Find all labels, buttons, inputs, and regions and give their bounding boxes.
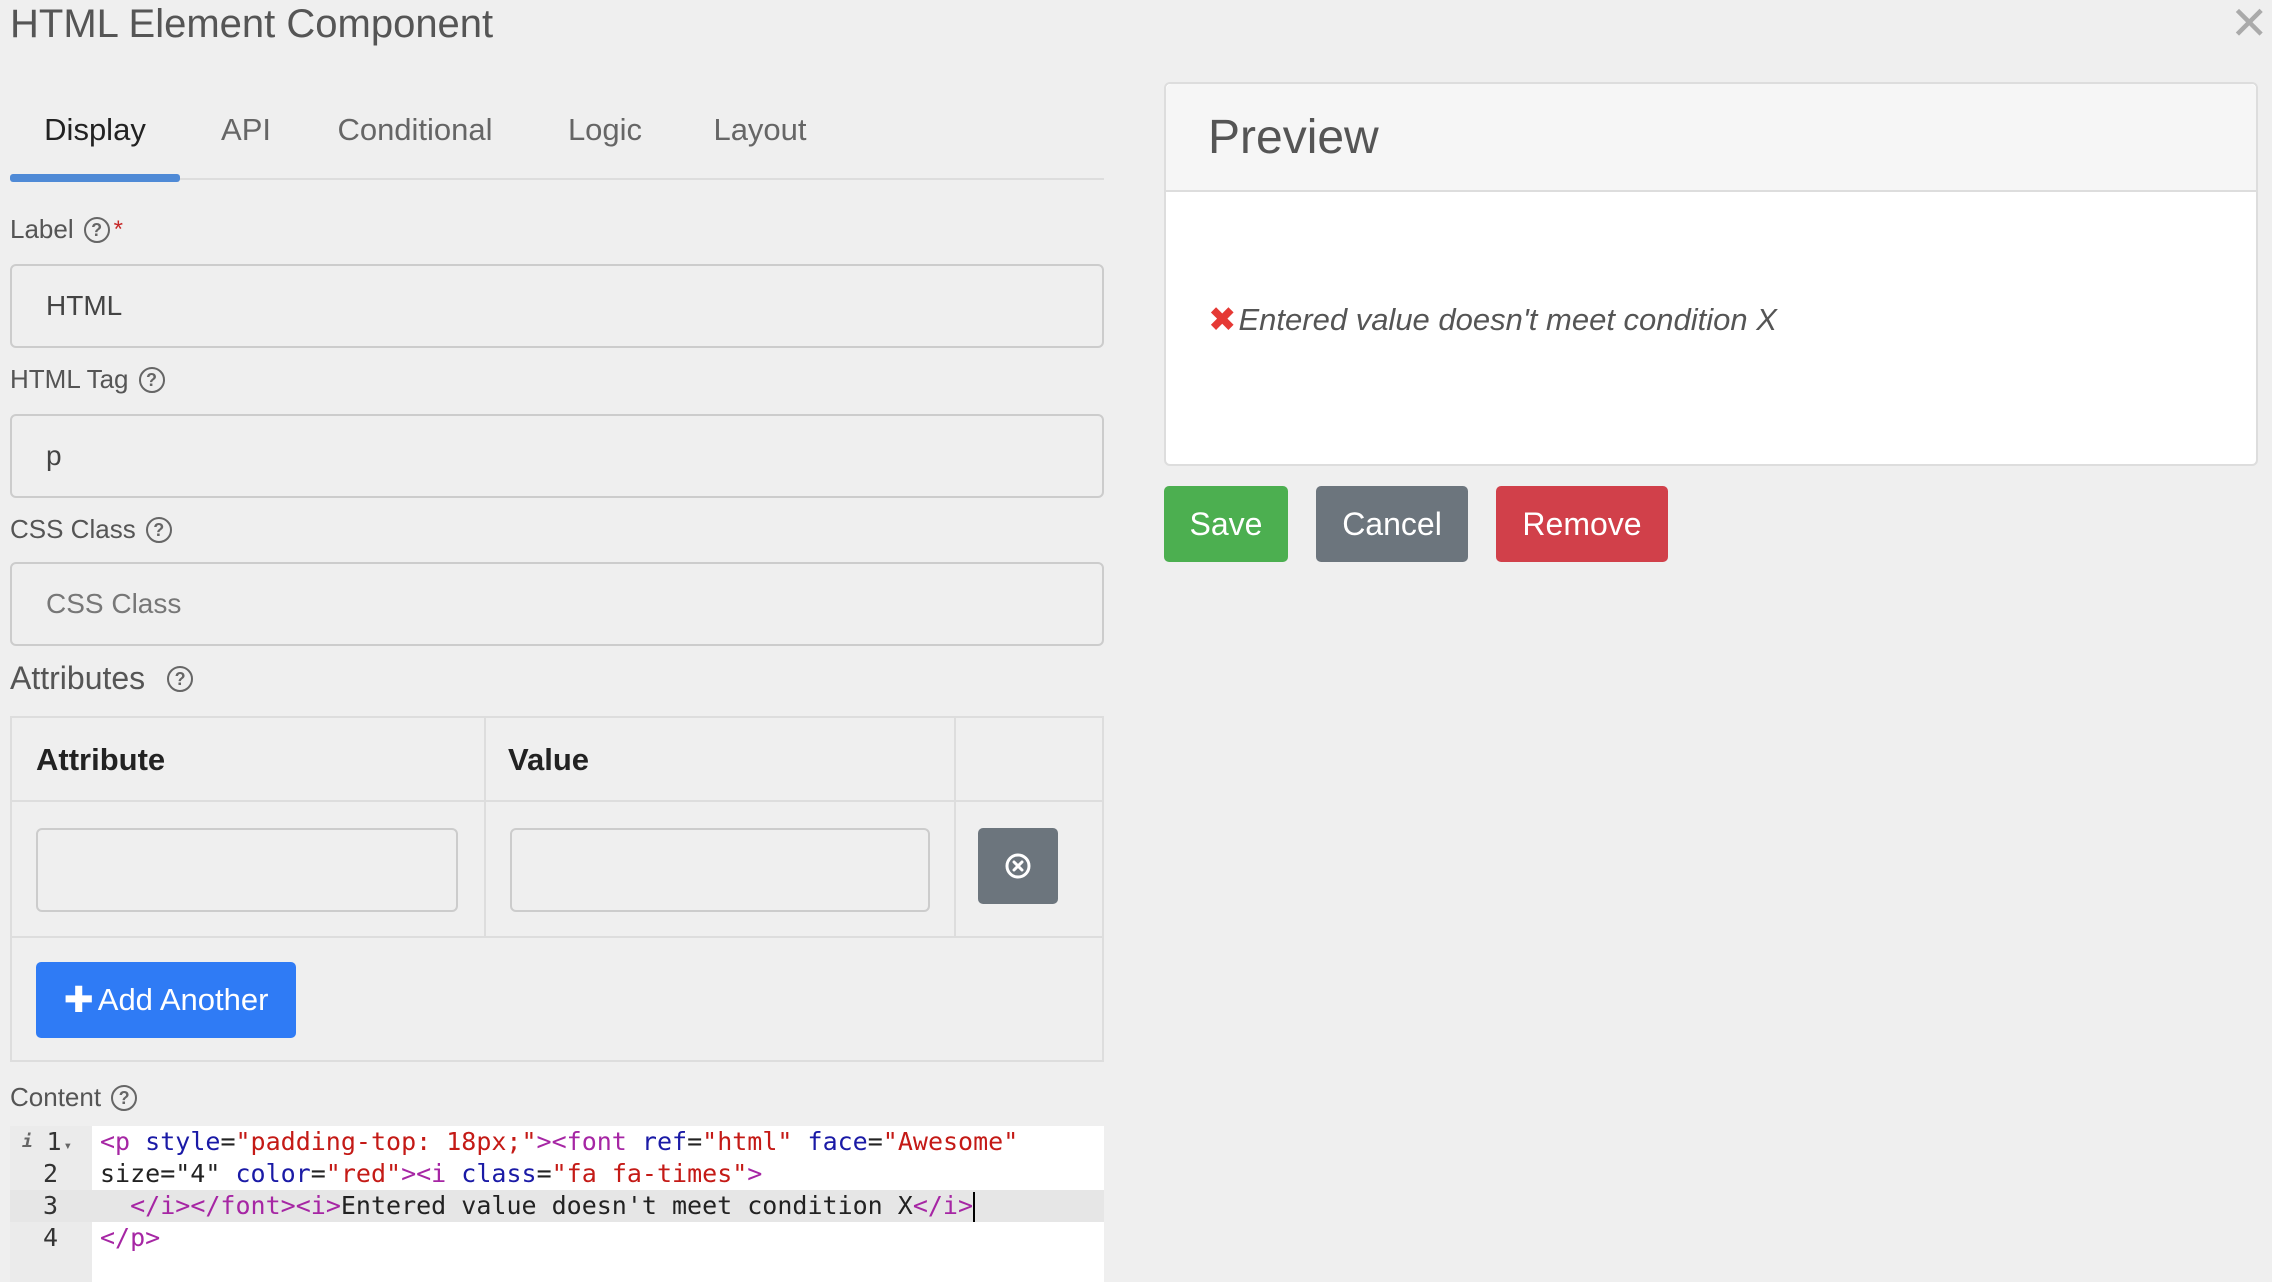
- help-icon[interactable]: ?: [145, 516, 172, 543]
- content-field-text: Content: [10, 1082, 102, 1112]
- label-input[interactable]: HTML: [10, 264, 1104, 348]
- css-class-input[interactable]: CSS Class: [10, 562, 1104, 646]
- label-field-text: Label: [10, 214, 74, 244]
- divider: [12, 936, 1102, 938]
- code-line: 4 </p>: [10, 1222, 1104, 1254]
- preview-title: Preview: [1166, 84, 2256, 192]
- remove-row-button[interactable]: [978, 828, 1058, 904]
- add-another-label: Add Another: [97, 982, 269, 1017]
- add-another-button[interactable]: ✚ Add Another: [36, 962, 296, 1038]
- css-class-field-text: CSS Class: [10, 514, 136, 544]
- cancel-button[interactable]: Cancel: [1316, 486, 1468, 562]
- preview-content: ✖ Entered value doesn't meet condition X: [1208, 300, 1777, 340]
- html-tag-field-text: HTML Tag: [10, 364, 129, 394]
- times-icon: ✖: [1208, 301, 1237, 339]
- line-number: 4: [42, 1223, 58, 1252]
- help-icon[interactable]: ?: [167, 665, 194, 692]
- html-tag-field-label: HTML Tag ?: [10, 364, 165, 395]
- remove-button[interactable]: Remove: [1496, 486, 1668, 562]
- column-header-attribute: Attribute: [12, 718, 484, 802]
- help-icon[interactable]: ?: [138, 366, 165, 393]
- column-header-actions: [954, 718, 1104, 802]
- tab-api[interactable]: API: [188, 100, 304, 180]
- tab-logic[interactable]: Logic: [540, 100, 670, 180]
- code-line: 2 size="4" color="red"><i class="fa fa-t…: [10, 1158, 1104, 1190]
- attribute-input[interactable]: [36, 828, 458, 912]
- line-number: 1: [46, 1127, 62, 1156]
- plus-icon: ✚: [63, 979, 94, 1020]
- code-text: </p>: [100, 1223, 161, 1252]
- tab-layout[interactable]: Layout: [690, 100, 830, 180]
- divider: [484, 718, 486, 936]
- code-line-current: 3 </i></font><i>Entered value doesn't me…: [10, 1190, 1104, 1222]
- label-field-label: Label ? *: [10, 214, 123, 245]
- code-text: size="4" color="red"><i class="fa fa-tim…: [100, 1159, 763, 1188]
- remove-circle-icon: [1005, 853, 1031, 879]
- content-field-label: Content ?: [10, 1082, 138, 1113]
- code-text: </i></font><i>Entered value doesn't meet…: [130, 1191, 976, 1222]
- code-line: i 1 ▾ <p style="padding-top: 18px;"><font…: [10, 1126, 1104, 1158]
- attributes-table: Attribute Value ✚ Add Another: [10, 716, 1104, 1062]
- attributes-label-text: Attributes: [10, 660, 146, 696]
- help-icon[interactable]: ?: [83, 216, 110, 243]
- tab-conditional[interactable]: Conditional: [310, 100, 520, 180]
- line-number: 2: [42, 1159, 58, 1188]
- preview-text: Entered value doesn't meet condition X: [1238, 302, 1777, 337]
- dialog-title: HTML Element Component: [10, 2, 494, 46]
- code-editor[interactable]: i 1 ▾ <p style="padding-top: 18px;"><font…: [10, 1126, 1104, 1282]
- code-text: <p style="padding-top: 18px;"><font ref=…: [100, 1127, 1019, 1156]
- required-mark: *: [113, 215, 123, 243]
- preview-panel: Preview ✖ Entered value doesn't meet con…: [1164, 82, 2258, 466]
- line-number: 3: [42, 1191, 58, 1220]
- html-tag-input[interactable]: p: [10, 414, 1104, 498]
- close-icon[interactable]: ✕: [2230, 0, 2269, 46]
- tab-display[interactable]: Display: [10, 100, 180, 182]
- tab-bar: Display API Conditional Logic Layout: [10, 100, 1104, 182]
- fold-icon[interactable]: ▾: [64, 1138, 72, 1154]
- help-icon[interactable]: ?: [111, 1084, 138, 1111]
- value-input[interactable]: [510, 828, 930, 912]
- css-class-field-label: CSS Class ?: [10, 514, 172, 545]
- divider: [954, 718, 956, 936]
- text-cursor: [973, 1192, 976, 1222]
- column-header-value: Value: [484, 718, 954, 802]
- attributes-label: Attributes ?: [10, 660, 194, 697]
- save-button[interactable]: Save: [1164, 486, 1288, 562]
